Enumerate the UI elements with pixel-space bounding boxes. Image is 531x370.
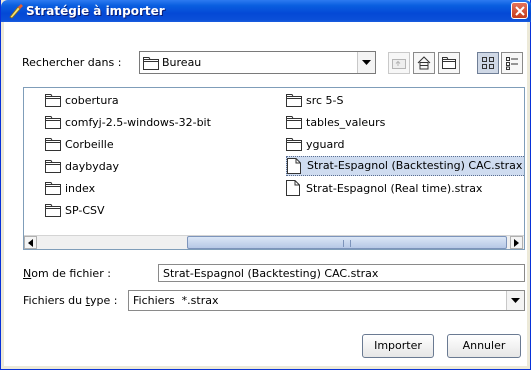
look-in-dropdown-button[interactable] (357, 52, 375, 73)
list-item[interactable]: Corbeille (45, 136, 265, 154)
file-name: cobertura (65, 94, 119, 107)
file-list[interactable]: cobertura comfyj-2.5-windows-32-bit Corb… (23, 87, 525, 250)
close-icon (515, 6, 525, 16)
file-chooser-dialog: Stratégie à importer Rechercher dans : B… (0, 0, 531, 370)
close-button[interactable] (511, 2, 528, 19)
folder-icon (286, 94, 302, 107)
document-icon (287, 158, 301, 174)
look-in-label: Rechercher dans : (22, 56, 122, 69)
app-icon (9, 4, 23, 19)
title-bar[interactable]: Stratégie à importer (1, 0, 531, 22)
file-name: daybyday (65, 160, 119, 173)
window-title: Stratégie à importer (26, 4, 165, 18)
folder-icon (45, 160, 61, 173)
file-name: Strat-Espagnol (Real time).strax (306, 182, 483, 195)
file-name: yguard (306, 138, 345, 151)
folder-icon (45, 94, 61, 107)
folder-icon (45, 182, 61, 195)
file-name: tables_valeurs (306, 116, 386, 129)
filetype-dropdown-button[interactable] (506, 291, 524, 310)
new-folder-button[interactable] (438, 52, 460, 74)
file-name: src 5-S (306, 94, 344, 107)
file-name: Corbeille (65, 138, 114, 151)
horizontal-scrollbar[interactable] (24, 235, 524, 249)
details-view-button[interactable] (501, 52, 523, 74)
up-folder-icon (392, 59, 406, 69)
home-icon (417, 56, 431, 70)
filetype-value: Fichiers *.strax (133, 294, 219, 307)
list-item-selected[interactable]: Strat-Espagnol (Backtesting) CAC.strax (286, 156, 524, 176)
cancel-button[interactable]: Annuler (447, 334, 521, 358)
filename-label: Nom de fichier : (23, 267, 111, 280)
filename-field[interactable]: Strat-Espagnol (Backtesting) CAC.strax (158, 264, 525, 282)
chevron-left-icon (28, 239, 33, 247)
list-view-icon (482, 57, 494, 69)
scroll-right-button[interactable] (510, 236, 523, 249)
list-item[interactable]: src 5-S (286, 92, 524, 110)
chevron-down-icon (511, 298, 520, 303)
new-folder-icon (442, 57, 456, 69)
list-item[interactable]: Strat-Espagnol (Real time).strax (286, 180, 524, 198)
list-item[interactable]: cobertura (45, 92, 265, 110)
folder-icon (45, 138, 61, 151)
list-item[interactable]: index (45, 180, 265, 198)
list-view-button[interactable] (477, 52, 499, 74)
scrollbar-thumb[interactable] (187, 236, 507, 249)
look-in-combo[interactable]: Bureau (139, 51, 376, 74)
up-folder-button[interactable] (388, 52, 410, 74)
folder-icon (286, 116, 302, 129)
details-view-icon (506, 57, 518, 70)
document-icon (286, 180, 300, 196)
grip-icon (343, 240, 351, 247)
file-name: Strat-Espagnol (Backtesting) CAC.strax (307, 159, 523, 172)
list-item[interactable]: comfyj-2.5-windows-32-bit (45, 114, 265, 132)
list-item[interactable]: daybyday (45, 158, 265, 176)
folder-icon (45, 116, 61, 129)
folder-icon (45, 204, 61, 217)
filetype-combo[interactable]: Fichiers *.strax (128, 290, 525, 311)
scroll-left-button[interactable] (24, 236, 37, 249)
home-button[interactable] (413, 52, 435, 74)
list-item[interactable]: yguard (286, 136, 524, 154)
folder-icon (143, 57, 159, 70)
look-in-value: Bureau (162, 56, 202, 69)
file-name: index (65, 182, 96, 195)
folder-icon (286, 138, 302, 151)
import-button[interactable]: Importer (362, 334, 434, 358)
file-name: comfyj-2.5-windows-32-bit (65, 116, 211, 129)
list-item[interactable]: SP-CSV (45, 202, 265, 220)
file-name: SP-CSV (65, 204, 105, 217)
chevron-down-icon (362, 60, 371, 65)
chevron-right-icon (514, 239, 519, 247)
filetype-label: Fichiers du type : (23, 294, 118, 307)
list-item[interactable]: tables_valeurs (286, 114, 524, 132)
